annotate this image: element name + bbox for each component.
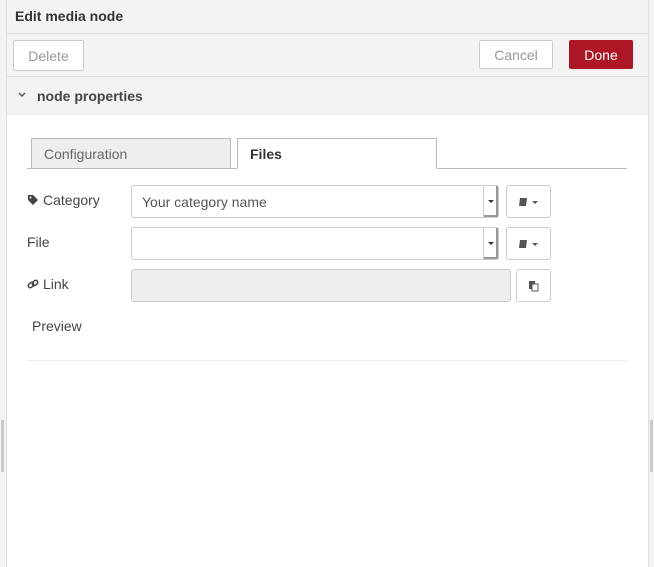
preview-divider [27, 360, 627, 361]
copy-icon [528, 280, 538, 291]
tray-title: Edit media node [15, 8, 124, 24]
delete-button[interactable]: Delete [13, 40, 84, 71]
category-input[interactable]: Your category name [131, 185, 499, 218]
file-input[interactable] [131, 227, 499, 260]
link-icon [27, 279, 39, 289]
copy-link-button[interactable] [516, 269, 551, 302]
link-label-text: Link [43, 276, 69, 292]
link-input[interactable] [131, 269, 511, 302]
tab-files[interactable]: Files [237, 138, 437, 169]
done-button[interactable]: Done [569, 40, 633, 69]
file-type-button[interactable] [506, 227, 551, 260]
tray-header: Edit media node [7, 0, 648, 34]
category-dropdown-toggle[interactable] [483, 186, 498, 217]
file-dropdown-toggle[interactable] [483, 228, 498, 259]
tab-configuration[interactable]: Configuration [31, 138, 231, 169]
section-title: node properties [37, 88, 143, 104]
book-icon [518, 239, 538, 248]
chevron-down-icon [18, 92, 26, 98]
node-properties-header[interactable]: node properties [7, 77, 648, 115]
left-resize-handle[interactable] [1, 420, 4, 472]
right-resize-handle[interactable] [650, 420, 653, 472]
file-label-text: File [27, 234, 50, 250]
category-label: Category [27, 192, 100, 208]
edit-tray: Edit media node Delete Cancel Done node … [6, 0, 649, 567]
book-icon [518, 197, 538, 206]
category-label-text: Category [43, 192, 100, 208]
tag-icon [28, 195, 38, 205]
link-label: Link [27, 276, 69, 292]
category-value: Your category name [142, 194, 267, 210]
tray-toolbar: Delete Cancel Done [7, 34, 648, 77]
file-label: File [27, 234, 50, 250]
preview-label: Preview [32, 318, 82, 334]
category-type-button[interactable] [506, 185, 551, 218]
tab-label: Files [250, 145, 282, 162]
cancel-button[interactable]: Cancel [479, 40, 553, 69]
tab-label: Configuration [44, 145, 128, 162]
